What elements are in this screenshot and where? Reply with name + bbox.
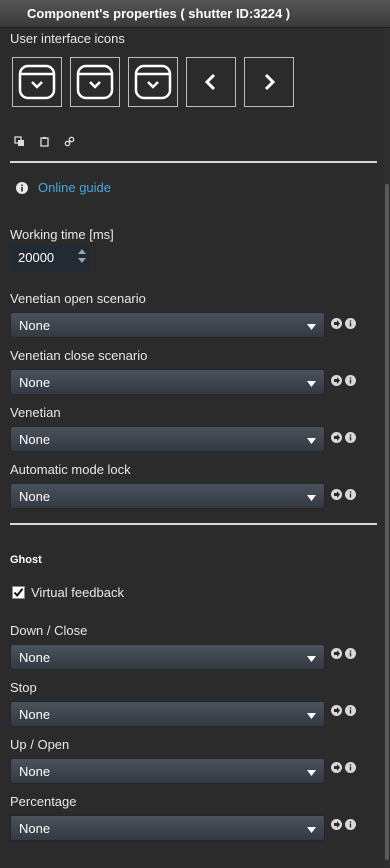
- info-icon[interactable]: [345, 762, 356, 773]
- spin-up-icon[interactable]: [78, 249, 86, 254]
- caret-down-icon: [307, 381, 316, 387]
- divider: [10, 523, 377, 525]
- spin-arrows[interactable]: [78, 249, 86, 263]
- stop-select[interactable]: None: [10, 701, 325, 727]
- caret-down-icon: [307, 713, 316, 719]
- down-close-select[interactable]: None: [10, 644, 325, 670]
- select-value: None: [19, 821, 51, 836]
- divider: [10, 161, 377, 163]
- properties-panel: User interface icons Online guide Workin…: [0, 28, 384, 868]
- window-title: Component's properties ( shutter ID:3224…: [0, 0, 390, 28]
- caret-down-icon: [307, 770, 316, 776]
- virtual-feedback-label: Virtual feedback: [31, 585, 124, 600]
- field-actions: [331, 432, 356, 443]
- info-icon[interactable]: [345, 648, 356, 659]
- field-actions: [331, 762, 356, 773]
- ghost-heading: Ghost: [10, 554, 42, 566]
- virtual-feedback-checkbox[interactable]: [12, 586, 25, 599]
- venetian-close-scenario-select[interactable]: None: [10, 369, 325, 395]
- field-label: Venetian open scenario: [10, 291, 146, 306]
- arrow-right-icon[interactable]: [331, 318, 342, 329]
- field-label: Percentage: [10, 794, 77, 809]
- caret-down-icon: [307, 656, 316, 662]
- scrollbar-thumb[interactable]: [385, 184, 389, 860]
- venetian-select[interactable]: None: [10, 426, 325, 452]
- caret-down-icon: [307, 827, 316, 833]
- working-time-label: Working time [ms]: [10, 227, 114, 242]
- select-value: None: [19, 432, 51, 447]
- field-label: Stop: [10, 680, 37, 695]
- working-time-input[interactable]: 20000: [10, 245, 90, 271]
- chevron-right-icon: [264, 73, 276, 91]
- checkmark-icon: [13, 588, 24, 598]
- select-value: None: [19, 764, 51, 779]
- chevron-left-icon: [204, 73, 216, 91]
- info-icon[interactable]: [345, 432, 356, 443]
- percentage-select[interactable]: None: [10, 815, 325, 841]
- field-actions: [331, 318, 356, 329]
- arrow-right-icon[interactable]: [331, 489, 342, 500]
- arrow-right-icon[interactable]: [331, 432, 342, 443]
- copy-icon[interactable]: [14, 136, 25, 147]
- info-icon[interactable]: [345, 375, 356, 386]
- ui-icon-tile-1[interactable]: [12, 57, 62, 107]
- field-label: Down / Close: [10, 623, 88, 638]
- field-label: Venetian close scenario: [10, 348, 148, 363]
- link-icon[interactable]: [64, 136, 75, 147]
- caret-down-icon: [307, 438, 316, 444]
- working-time-value: 20000: [18, 250, 55, 265]
- online-guide-link[interactable]: Online guide: [38, 180, 111, 195]
- up-open-select[interactable]: None: [10, 758, 325, 784]
- ui-icon-tile-2[interactable]: [70, 57, 120, 107]
- caret-down-icon: [307, 495, 316, 501]
- select-value: None: [19, 650, 51, 665]
- field-label: Automatic mode lock: [10, 462, 131, 477]
- ui-icon-tile-5[interactable]: [244, 57, 294, 107]
- automatic-mode-lock-select[interactable]: None: [10, 483, 325, 509]
- info-icon[interactable]: [345, 318, 356, 329]
- spin-down-icon[interactable]: [78, 258, 86, 263]
- arrow-right-icon[interactable]: [331, 819, 342, 830]
- field-label: Up / Open: [10, 737, 70, 752]
- ui-icons-label: User interface icons: [10, 31, 125, 46]
- arrow-right-icon[interactable]: [331, 375, 342, 386]
- select-value: None: [19, 707, 51, 722]
- virtual-feedback-row[interactable]: Virtual feedback: [12, 585, 124, 600]
- info-icon[interactable]: [345, 819, 356, 830]
- ui-icon-tile-4[interactable]: [186, 57, 236, 107]
- caret-down-icon: [307, 324, 316, 330]
- online-guide[interactable]: Online guide: [16, 180, 111, 195]
- field-actions: [331, 648, 356, 659]
- clipboard-icon[interactable]: [39, 136, 50, 147]
- select-value: None: [19, 489, 51, 504]
- field-actions: [331, 375, 356, 386]
- shutter-icon: [76, 64, 114, 100]
- select-value: None: [19, 375, 51, 390]
- ui-icon-tile-3[interactable]: [128, 57, 178, 107]
- ui-icons-row: [12, 57, 294, 107]
- arrow-right-icon[interactable]: [331, 705, 342, 716]
- select-value: None: [19, 318, 51, 333]
- field-actions: [331, 705, 356, 716]
- info-icon: [16, 181, 28, 194]
- tool-icons: [14, 136, 75, 147]
- shutter-icon: [18, 64, 56, 100]
- arrow-right-icon[interactable]: [331, 648, 342, 659]
- venetian-open-scenario-select[interactable]: None: [10, 312, 325, 338]
- shutter-icon: [134, 64, 172, 100]
- info-icon[interactable]: [345, 489, 356, 500]
- info-icon[interactable]: [345, 705, 356, 716]
- field-label: Venetian: [10, 405, 61, 420]
- field-actions: [331, 819, 356, 830]
- arrow-right-icon[interactable]: [331, 762, 342, 773]
- field-actions: [331, 489, 356, 500]
